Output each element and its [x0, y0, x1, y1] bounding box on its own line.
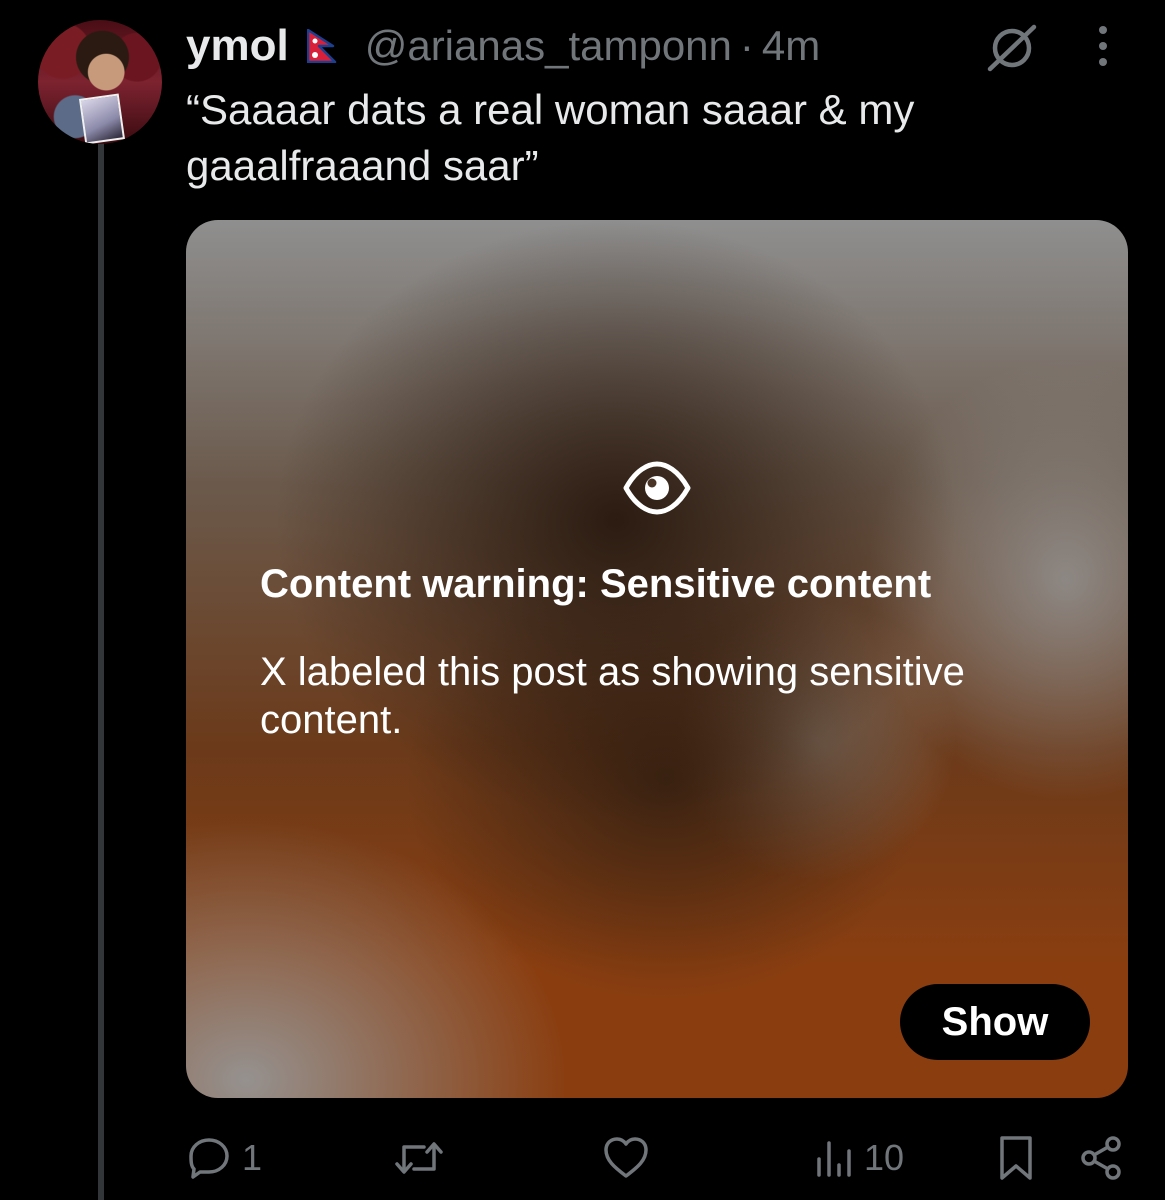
- nepal-flag-icon: [306, 28, 337, 64]
- more-options-icon[interactable]: [1088, 22, 1118, 72]
- avatar[interactable]: [38, 20, 162, 144]
- reply-icon: [186, 1135, 232, 1181]
- display-name[interactable]: ymol: [186, 21, 289, 71]
- share-icon: [1078, 1135, 1124, 1181]
- user-handle[interactable]: @arianas_tamponn: [365, 22, 732, 70]
- warning-title: Content warning: Sensitive content: [260, 562, 932, 606]
- views-button[interactable]: 10: [814, 1132, 904, 1184]
- repost-button[interactable]: [394, 1132, 444, 1184]
- post-text: “Saaaar dats a real woman saaar & my gaa…: [186, 86, 915, 189]
- like-button[interactable]: [602, 1132, 650, 1184]
- repost-icon: [394, 1135, 444, 1181]
- thread-line: [98, 140, 104, 1200]
- reply-button[interactable]: 1: [186, 1132, 262, 1184]
- warning-body: X labeled this post as showing sensitive…: [260, 650, 965, 742]
- eye-icon: [622, 460, 692, 516]
- sensitive-media-card[interactable]: Content warning: Sensitive content X lab…: [186, 220, 1128, 1098]
- views-icon: [814, 1135, 854, 1181]
- avatar-detail: [78, 93, 126, 144]
- grok-icon[interactable]: [984, 22, 1040, 74]
- views-count: 10: [864, 1137, 905, 1178]
- post-header: ymol @arianas_tamponn · 4m: [186, 18, 820, 74]
- share-button[interactable]: [1078, 1132, 1124, 1184]
- heart-icon: [602, 1135, 650, 1181]
- post-time[interactable]: 4m: [762, 22, 820, 70]
- bookmark-icon: [996, 1134, 1036, 1182]
- dot-separator: ·: [739, 22, 754, 69]
- reply-count: 1: [242, 1137, 263, 1178]
- show-button[interactable]: Show: [900, 984, 1090, 1060]
- bookmark-button[interactable]: [996, 1132, 1036, 1184]
